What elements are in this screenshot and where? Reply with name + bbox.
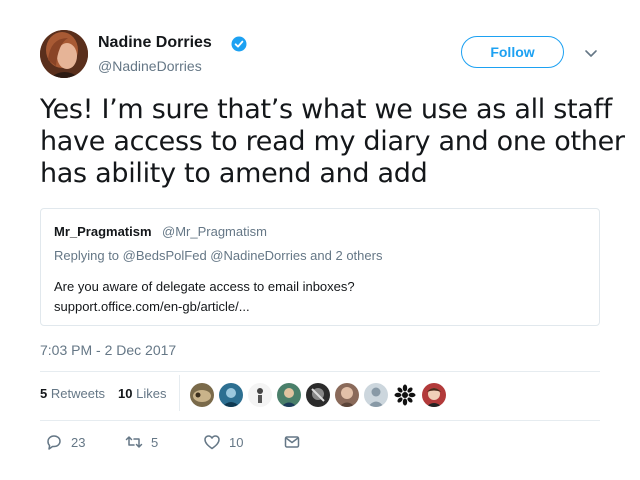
liker-avatar[interactable] <box>306 383 330 407</box>
liker-avatar[interactable] <box>422 383 446 407</box>
author-handle[interactable]: @NadineDorries <box>98 58 202 74</box>
liker-avatar[interactable] <box>335 383 359 407</box>
divider <box>40 371 600 372</box>
chevron-down-icon[interactable] <box>584 46 598 57</box>
divider <box>40 420 600 421</box>
likes-count: 10 <box>118 386 133 401</box>
liker-avatar[interactable] <box>219 383 243 407</box>
quoted-author-handle: @Mr_Pragmatism <box>162 224 267 239</box>
quoted-link[interactable]: support.office.com/en-gb/article/... <box>54 297 355 317</box>
retweet-count: 5 <box>151 434 159 450</box>
quoted-tweet[interactable]: Mr_Pragmatism @Mr_Pragmatism Replying to… <box>40 208 600 326</box>
retweet-action[interactable]: 5 <box>125 432 158 452</box>
retweets-stat[interactable]: 5 Retweets <box>40 386 105 401</box>
quoted-reply-context: Replying to @BedsPolFed @NadineDorries a… <box>54 248 383 263</box>
retweets-count: 5 <box>40 386 48 401</box>
author-avatar[interactable] <box>40 30 88 78</box>
liker-avatar[interactable] <box>190 383 214 407</box>
tweet-text-line: have access to read my diary and one oth… <box>40 126 625 157</box>
likes-stat[interactable]: 10 Likes <box>118 386 166 401</box>
liker-avatar[interactable] <box>364 383 388 407</box>
liker-avatars <box>190 383 451 407</box>
direct-message-action[interactable] <box>283 432 301 452</box>
tweet-text-line: has ability to amend and add <box>40 158 428 189</box>
tweet-text-line: Yes! I’m sure that’s what we use as all … <box>40 94 612 125</box>
liker-avatar[interactable] <box>248 383 272 407</box>
retweet-icon <box>125 436 143 448</box>
likes-label: Likes <box>136 386 167 401</box>
retweets-label: Retweets <box>50 386 106 401</box>
author-display-name[interactable]: Nadine Dorries <box>98 34 212 52</box>
heart-icon <box>204 435 220 450</box>
tweet-timestamp[interactable]: 7:03 PM - 2 Dec 2017 <box>40 342 176 358</box>
quoted-text-line: Are you aware of delegate access to emai… <box>54 279 355 294</box>
tweet-text: Yes! I’m sure that’s what we use as all … <box>40 94 625 190</box>
follow-button[interactable]: Follow <box>461 36 564 68</box>
like-action[interactable]: 10 <box>203 432 243 452</box>
like-count: 10 <box>229 434 244 450</box>
verified-badge-icon <box>231 36 247 52</box>
direct-message-icon <box>284 436 300 448</box>
quoted-author-name: Mr_Pragmatism <box>54 224 152 239</box>
quoted-tweet-text: Are you aware of delegate access to emai… <box>54 277 355 317</box>
reply-action[interactable]: 23 <box>45 432 85 452</box>
reply-icon <box>47 435 61 450</box>
reply-count: 23 <box>71 434 86 450</box>
stats-separator <box>179 375 180 411</box>
liker-avatar[interactable] <box>277 383 301 407</box>
liker-avatar[interactable] <box>393 383 417 407</box>
